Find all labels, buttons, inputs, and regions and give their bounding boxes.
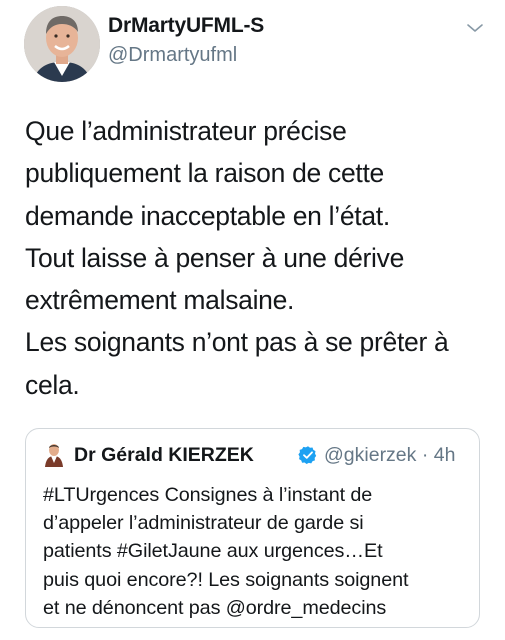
quoted-author-handle: @gkierzek <box>324 444 417 466</box>
quoted-author-name: Dr Gérald KIERZEK <box>74 444 254 466</box>
tweet-text-line: cela. <box>25 369 80 400</box>
quoted-time: 4h <box>433 444 456 466</box>
tweet-text-line: demande inacceptable en l’état. <box>25 200 390 231</box>
quoted-tweet-card[interactable]: Dr Gérald KIERZEK @gkierzek · 4h #LTUrge… <box>25 428 480 628</box>
quoted-text-line: #LTUrgences Consignes à l’instant de <box>43 484 373 506</box>
author-display-name[interactable]: DrMartyUFML-S <box>108 14 264 38</box>
quoted-text-line: patients #GiletJaune aux urgences…Et <box>43 540 383 563</box>
quoted-text-line: d’appeler l’administrateur de garde si <box>43 512 364 535</box>
quoted-tweet-text: #LTUrgences Consignes à l’instant de d’a… <box>43 481 473 622</box>
tweet-text: Que l’administrateur précise publiquemen… <box>25 110 495 406</box>
quoted-author-avatar-icon <box>45 444 63 467</box>
meta-separator: · <box>421 444 429 466</box>
tweet-text-line: Les soignants n’ont pas à se prêter à <box>25 327 449 358</box>
author-avatar[interactable] <box>24 6 100 82</box>
quoted-text-line: puis quoi encore?! Les soignants soignen… <box>43 568 409 591</box>
chevron-down-icon[interactable] <box>466 22 484 34</box>
verified-badge-icon <box>298 446 317 464</box>
profile-photo-icon <box>24 6 100 82</box>
author-handle[interactable]: @Drmartyufml <box>108 44 237 67</box>
tweet: DrMartyUFML-S @Drmartyufml Que l’adminis… <box>0 0 505 640</box>
tweet-text-line: publiquement la raison de cette <box>25 158 384 189</box>
tweet-text-line: Que l’administrateur précise <box>25 116 347 146</box>
tweet-text-line: Tout laisse à penser à une dérive <box>25 242 405 273</box>
quoted-meta: @gkierzek · 4h <box>324 444 455 467</box>
quoted-text-line: et ne dénoncent pas @ordre_medecins <box>43 596 387 619</box>
tweet-text-line: extrêmement malsaine. <box>25 285 295 316</box>
